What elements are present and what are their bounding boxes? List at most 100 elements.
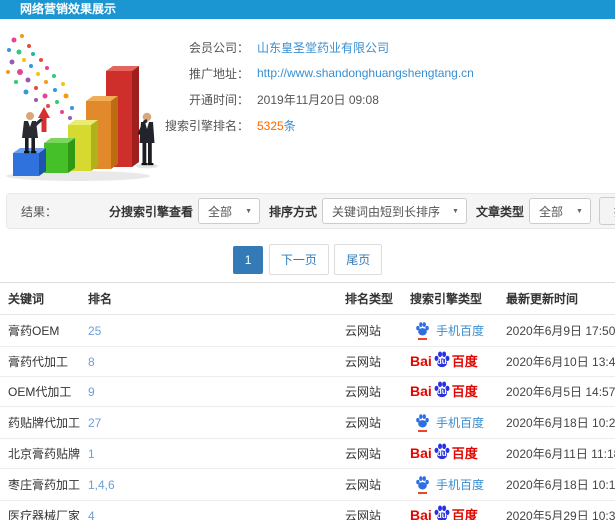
rank-link[interactable]: 9 <box>88 385 95 399</box>
header-keyword: 关键词 <box>0 282 80 315</box>
table-row: 北京膏药贴牌 1 云网站 Bai du 百度 2020年6月11日 11:18 <box>0 438 615 469</box>
rank-type-cell: 云网站 <box>337 346 402 377</box>
baidu-paw-icon: du <box>433 442 451 461</box>
bar-chart-illustration-graphic <box>6 34 158 181</box>
rank-type-cell: 云网站 <box>337 314 402 347</box>
table-row: 药贴牌代加工 27 云网站 手机百度 2020年6月18日 10:25 <box>0 406 615 439</box>
baidu-paw-icon: du <box>433 380 451 399</box>
table-row: 医疗器械厂家 4 云网站 Bai du 百度 2020年5月29日 10:32 <box>0 500 615 520</box>
last-page-button[interactable]: 尾页 <box>334 244 383 275</box>
page-title: 网络营销效果展示 <box>20 2 117 16</box>
type-filter-label: 文章类型 <box>475 204 524 219</box>
rank-cell: 1 <box>80 438 337 469</box>
baidu-paw-icon: du <box>433 504 451 520</box>
keyword-cell: OEM代加工 <box>0 376 80 407</box>
sort-select-value: 关键词由短到长排序 <box>332 204 441 219</box>
updated-cell: 2020年6月10日 13:40 <box>498 346 615 377</box>
keyword-cell: 北京膏药贴牌 <box>0 438 80 469</box>
header-engine-type: 搜索引擎类型 <box>402 282 498 315</box>
rank-link[interactable]: 1,4,6 <box>88 478 115 492</box>
rank-cell: 25 <box>80 314 337 347</box>
page: 网络营销效果展示 会员公司： 山东皇圣堂药业有限公司 推广地址： http://… <box>0 0 615 520</box>
sort-filter-label: 排序方式 <box>269 204 318 219</box>
engine-select[interactable]: 全部 ▼ <box>198 198 260 224</box>
info-row-open-time: 开通时间： 2019年11月20日 09:08 <box>185 86 615 112</box>
engine-cell: 手机百度 <box>402 406 498 439</box>
updated-cell: 2020年6月9日 17:50 <box>498 314 615 347</box>
company-link[interactable]: 山东皇圣堂药业有限公司 <box>257 39 389 56</box>
red-underline <box>418 430 427 432</box>
engine-label: 手机百度 <box>436 323 485 338</box>
company-label: 会员公司： <box>188 40 249 55</box>
engine-label: 手机百度 <box>436 415 485 430</box>
engine-cell: 手机百度 <box>402 314 498 347</box>
promo-url-link[interactable]: http://www.shandonghuangshengtang.cn <box>257 66 474 80</box>
sort-select[interactable]: 关键词由短到长排序 ▼ <box>322 198 467 224</box>
open-time-value: 2019年11月20日 09:08 <box>257 92 379 107</box>
filter-controls: 分搜索引擎查看 全部 ▼ 排序方式 关键词由短到长排序 ▼ 文章类型 全部 ▼ 提交 <box>100 197 615 225</box>
baidu-logo-bai: Bai <box>410 353 432 370</box>
red-underline <box>418 338 427 340</box>
promo-url-label: 推广地址： <box>188 66 249 81</box>
submit-button[interactable]: 提交 <box>598 197 615 225</box>
mobile-baidu-badge: 手机百度 <box>415 321 484 340</box>
ranking-count-value: 5325条 <box>257 117 296 134</box>
next-page-button[interactable]: 下一页 <box>268 244 329 275</box>
rank-type-cell: 云网站 <box>337 468 402 501</box>
baidu-logo-bai: Bai <box>410 445 432 462</box>
baidu-logo-bai: Bai <box>410 507 432 520</box>
table-row: OEM代加工 9 云网站 Bai du 百度 2020年6月5日 14:57 <box>0 376 615 407</box>
baidu-logo: Bai du 百度 <box>410 381 478 400</box>
updated-cell: 2020年6月5日 14:57 <box>498 376 615 407</box>
baidu-paw-icon <box>415 413 430 432</box>
results-table: 关键词 排名 排名类型 搜索引擎类型 最新更新时间 膏药OEM 25 云网站 手机百度… <box>0 282 615 520</box>
rank-link[interactable]: 4 <box>88 509 95 520</box>
ranking-count-label: 搜索引擎排名： <box>164 118 249 133</box>
rank-link[interactable]: 27 <box>88 416 101 430</box>
rank-cell: 8 <box>80 346 337 377</box>
updated-cell: 2020年6月18日 10:25 <box>498 406 615 439</box>
baidu-logo-du: du <box>436 448 447 458</box>
baidu-logo-bai: Bai <box>410 383 432 400</box>
promo-illustration <box>0 30 185 190</box>
businessman-right <box>137 112 155 166</box>
rank-cell: 1,4,6 <box>80 468 337 501</box>
engine-select-value: 全部 <box>208 204 233 219</box>
keyword-cell: 药贴牌代加工 <box>0 406 80 439</box>
page-1-button[interactable]: 1 <box>232 246 264 274</box>
rank-type-cell: 云网站 <box>337 438 402 469</box>
rank-cell: 9 <box>80 376 337 407</box>
table-header-row: 关键词 排名 排名类型 搜索引擎类型 最新更新时间 <box>0 282 615 315</box>
rank-type-cell: 云网站 <box>337 500 402 520</box>
baidu-logo-du: du <box>436 386 447 396</box>
updated-cell: 2020年5月29日 10:32 <box>498 500 615 520</box>
rank-link[interactable]: 25 <box>88 324 101 338</box>
baidu-paw-icon <box>415 321 430 340</box>
engine-filter-label: 分搜索引擎查看 <box>108 204 193 219</box>
info-row-url: 推广地址： http://www.shandonghuangshengtang.… <box>185 60 615 86</box>
type-select-value: 全部 <box>538 204 563 219</box>
rank-type-cell: 云网站 <box>337 406 402 439</box>
keyword-cell: 枣庄膏药加工 <box>0 468 80 501</box>
keyword-cell: 膏药代加工 <box>0 346 80 377</box>
baidu-logo-du: du <box>436 510 447 520</box>
confetti-dots <box>6 34 74 120</box>
chevron-down-icon: ▼ <box>576 207 583 215</box>
header-updated: 最新更新时间 <box>498 282 615 315</box>
rank-link[interactable]: 8 <box>88 355 95 369</box>
baidu-logo: Bai du 百度 <box>410 505 478 520</box>
ranking-count-suffix: 条 <box>283 118 296 133</box>
keyword-cell: 膏药OEM <box>0 314 80 347</box>
engine-cell: Bai du 百度 <box>402 438 498 469</box>
type-select[interactable]: 全部 ▼ <box>528 198 591 224</box>
rank-cell: 27 <box>80 406 337 439</box>
info-row-ranking-count: 搜索引擎排名： 5325条 <box>165 112 615 138</box>
header-rank-type: 排名类型 <box>337 282 402 315</box>
filter-bar: 结果： 分搜索引擎查看 全部 ▼ 排序方式 关键词由短到长排序 ▼ 文章类型 全部 ▼… <box>6 193 615 229</box>
chevron-down-icon: ▼ <box>452 207 459 215</box>
mobile-baidu-badge: 手机百度 <box>415 413 484 432</box>
rank-link[interactable]: 1 <box>88 447 95 461</box>
header-rank: 排名 <box>80 282 337 315</box>
table-row: 膏药代加工 8 云网站 Bai du 百度 2020年6月10日 13:40 <box>0 346 615 377</box>
updated-cell: 2020年6月11日 11:18 <box>498 438 615 469</box>
